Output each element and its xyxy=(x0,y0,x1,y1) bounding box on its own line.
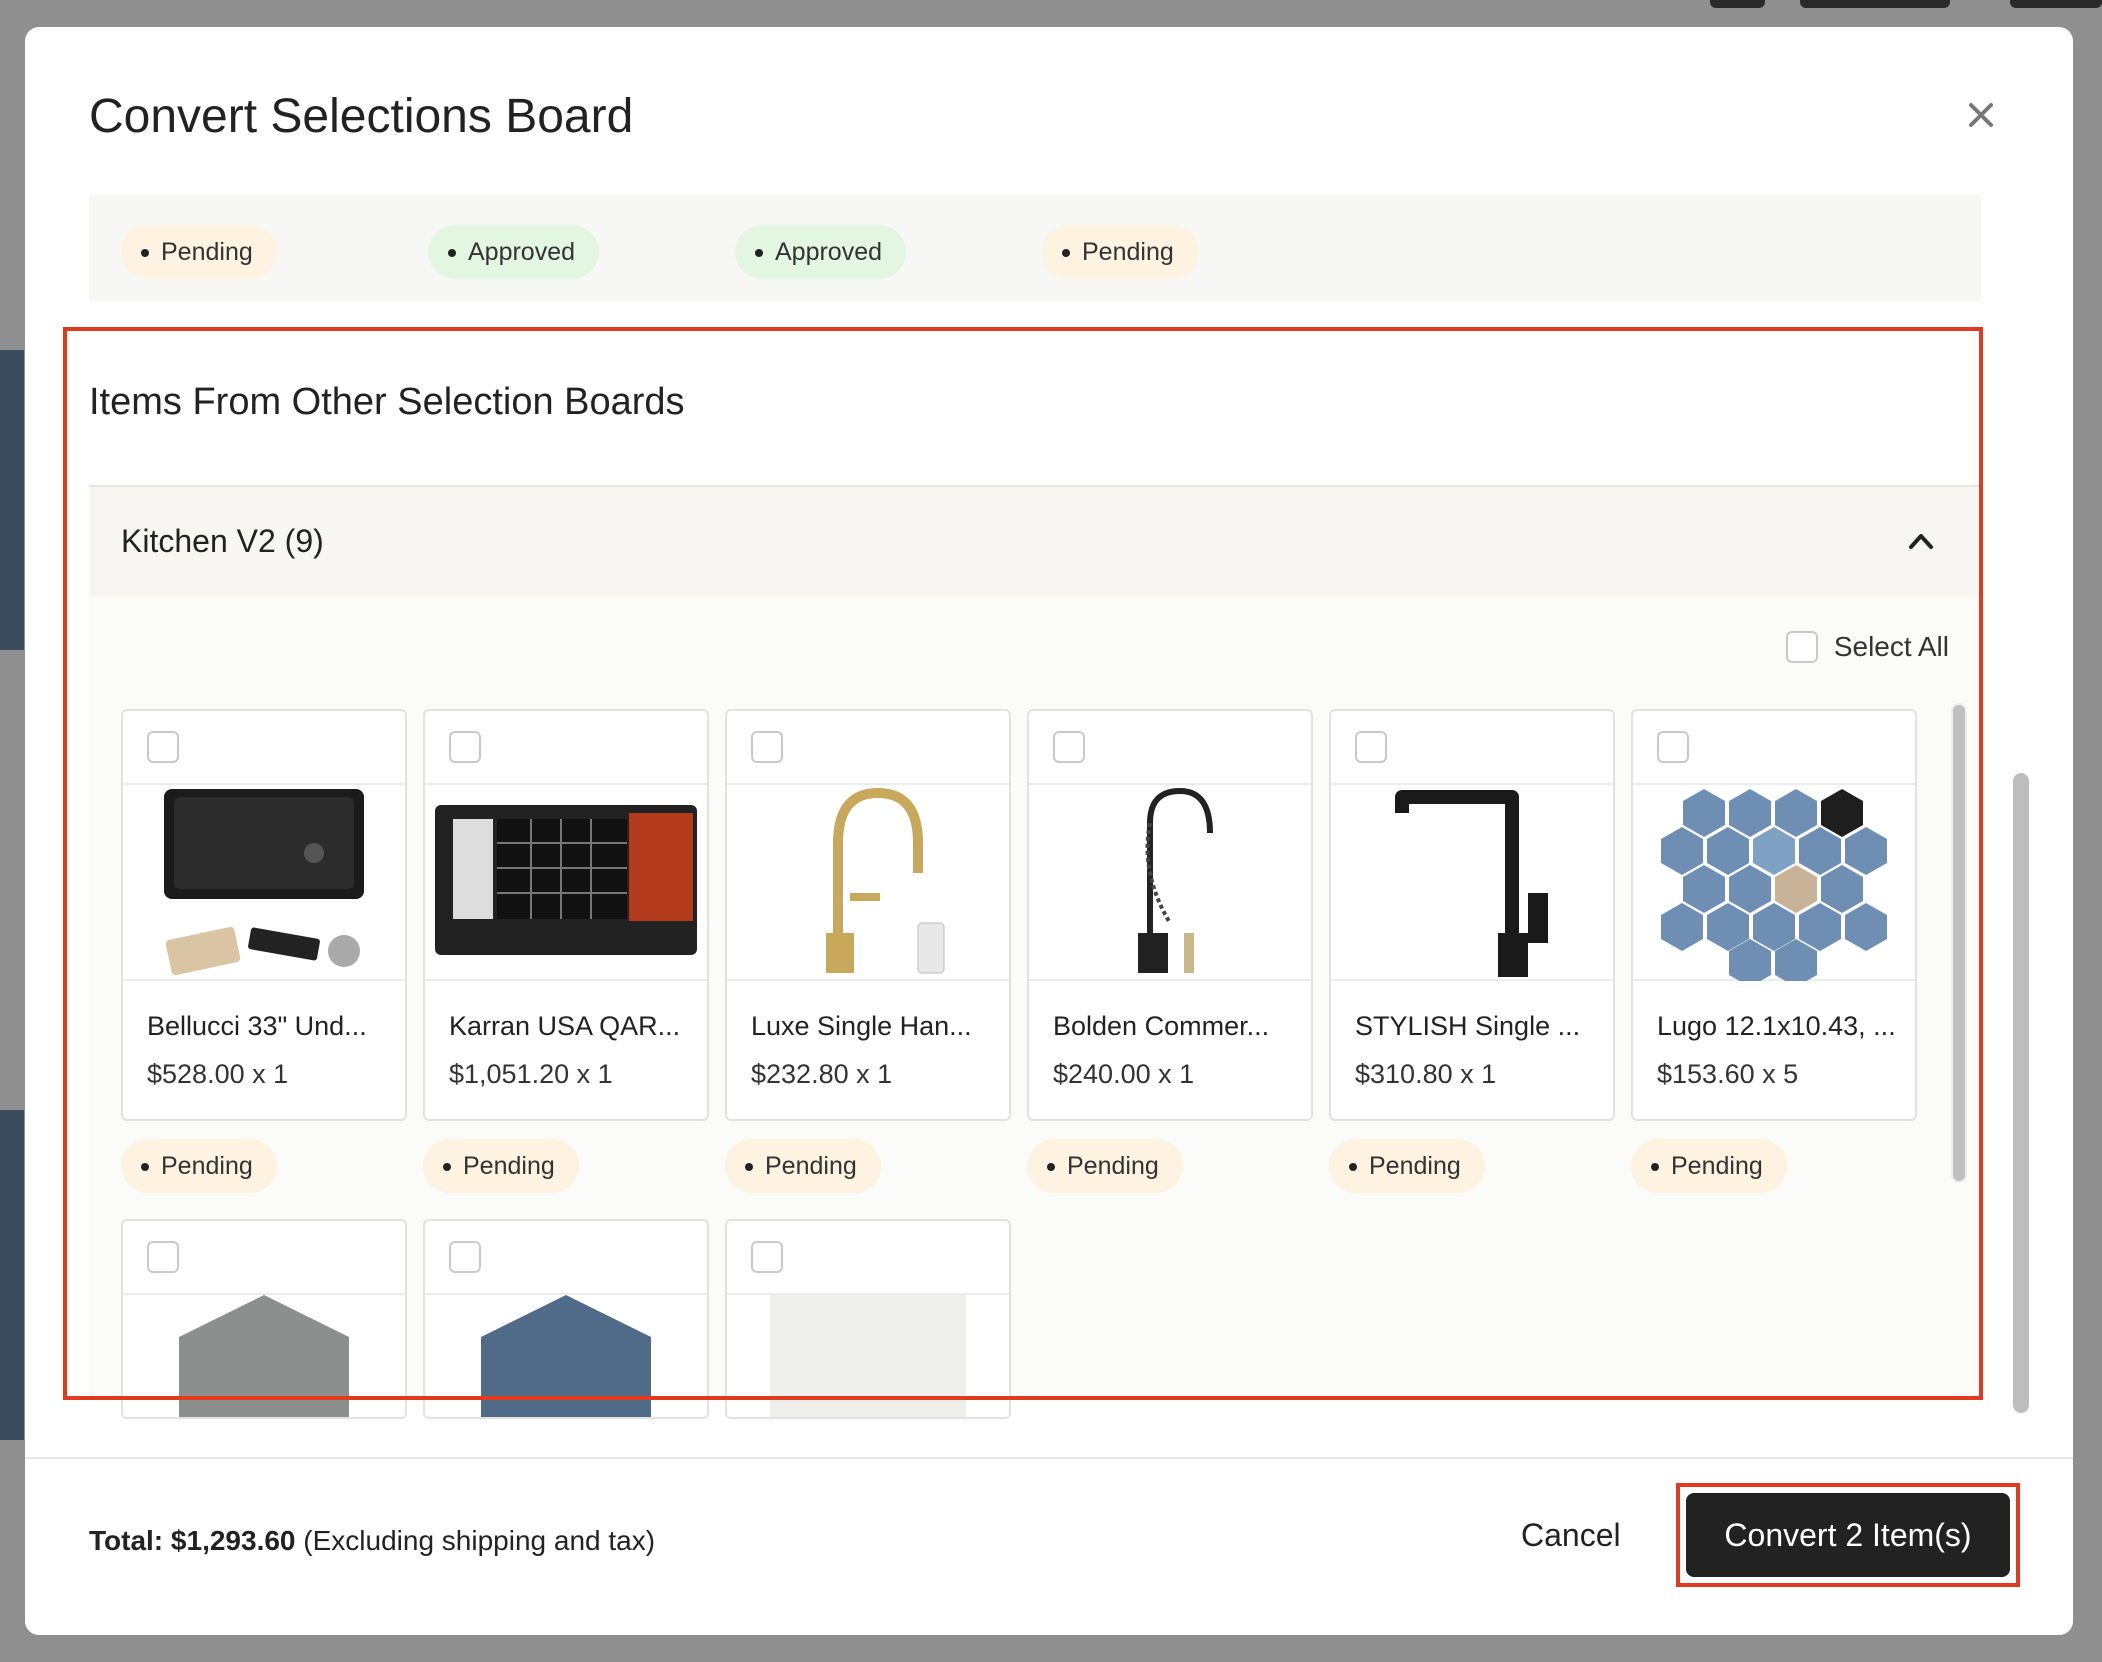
item-price: $528.00 x 1 xyxy=(147,1059,289,1089)
item-name: Bellucci 33" Und... xyxy=(147,1011,367,1041)
black-faucet-image xyxy=(1331,783,1613,981)
status-badge: Pending xyxy=(725,1139,881,1193)
close-icon-glyph xyxy=(1969,103,1993,127)
product-card[interactable] xyxy=(423,1219,709,1419)
product-card[interactable]: Lugo 12.1x10.43, ... $153.60 x 5 xyxy=(1631,709,1917,1121)
item-price: $310.80 x 1 xyxy=(1355,1059,1497,1089)
product-card[interactable]: STYLISH Single ... $310.80 x 1 xyxy=(1329,709,1615,1121)
workstation-sink-image xyxy=(425,783,707,981)
blue-hex-tile-single-image xyxy=(425,1293,707,1417)
status-badge: Pending xyxy=(1631,1139,1787,1193)
cards-scrollbar[interactable] xyxy=(1951,703,1967,1183)
status-badge: Approved xyxy=(735,225,907,279)
board-group-title: Kitchen V2 (9) xyxy=(121,523,324,559)
background-button xyxy=(1710,0,1765,8)
chevron-up-icon[interactable] xyxy=(1903,523,1939,559)
item-price: $1,051.20 x 1 xyxy=(449,1059,613,1089)
status-badge: Pending xyxy=(121,1139,277,1193)
convert-selections-modal: Convert Selections Board Pending Approve… xyxy=(25,27,2073,1635)
board-group-content: Select All Bellucci 33" Und... $528.00 x… xyxy=(89,597,1981,1419)
item-name: Bolden Commer... xyxy=(1053,1011,1270,1041)
modal-footer: Total: $1,293.60 (Excluding shipping and… xyxy=(25,1457,2073,1635)
cards-scrollbar-thumb[interactable] xyxy=(1953,705,1965,1181)
section-heading: Items From Other Selection Boards xyxy=(89,381,685,423)
item-name: Karran USA QAR... xyxy=(449,1011,681,1041)
white-tile-image xyxy=(727,1293,1009,1417)
commercial-faucet-image xyxy=(1029,783,1311,981)
gray-hex-tile-image xyxy=(123,1293,405,1417)
background-button xyxy=(2010,0,2102,8)
status-badge: Pending xyxy=(121,225,277,279)
total-note: (Excluding shipping and tax) xyxy=(303,1525,656,1556)
item-checkbox[interactable] xyxy=(449,731,481,763)
close-icon[interactable] xyxy=(1959,93,2003,137)
total-value: $1,293.60 xyxy=(170,1525,296,1556)
item-checkbox[interactable] xyxy=(147,731,179,763)
item-checkbox[interactable] xyxy=(1355,731,1387,763)
product-card[interactable]: Luxe Single Han... $232.80 x 1 xyxy=(725,709,1011,1121)
item-checkbox[interactable] xyxy=(751,731,783,763)
status-badge: Pending xyxy=(1042,225,1198,279)
item-price: $240.00 x 1 xyxy=(1053,1059,1195,1089)
product-card[interactable] xyxy=(121,1219,407,1419)
status-badge: Approved xyxy=(428,225,600,279)
item-checkbox[interactable] xyxy=(751,1241,783,1273)
status-badge: Pending xyxy=(1329,1139,1485,1193)
modal-scrollbar[interactable] xyxy=(2013,773,2029,1413)
background-tile-image xyxy=(0,1110,24,1440)
item-checkbox[interactable] xyxy=(1053,731,1085,763)
black-undermount-sink-image xyxy=(123,783,405,981)
background-tile-image xyxy=(0,350,24,650)
item-price: $232.80 x 1 xyxy=(751,1059,893,1089)
product-card[interactable]: Bolden Commer... $240.00 x 1 xyxy=(1027,709,1313,1121)
background-button xyxy=(1800,0,1950,8)
status-badge: Pending xyxy=(423,1139,579,1193)
total-label: Total: xyxy=(89,1525,164,1556)
total-summary: Total: $1,293.60 (Excluding shipping and… xyxy=(89,1525,655,1557)
item-name: STYLISH Single ... xyxy=(1355,1011,1581,1041)
product-card[interactable]: Karran USA QAR... $1,051.20 x 1 xyxy=(423,709,709,1121)
board-group-header[interactable]: Kitchen V2 (9) xyxy=(89,485,1981,597)
select-all-toggle[interactable]: Select All xyxy=(1785,627,1949,667)
status-badge: Pending xyxy=(1027,1139,1183,1193)
cancel-button[interactable]: Cancel xyxy=(1521,1517,1621,1554)
item-checkbox[interactable] xyxy=(449,1241,481,1273)
modal-title: Convert Selections Board xyxy=(89,90,634,143)
product-card[interactable]: Bellucci 33" Und... $528.00 x 1 xyxy=(121,709,407,1121)
item-checkbox[interactable] xyxy=(1657,731,1689,763)
gold-faucet-image xyxy=(727,783,1009,981)
convert-items-button[interactable]: Convert 2 Item(s) xyxy=(1686,1493,2010,1577)
blue-hex-tile-image xyxy=(1633,783,1915,981)
item-name: Lugo 12.1x10.43, ... xyxy=(1657,1011,1896,1041)
item-price: $153.60 x 5 xyxy=(1657,1059,1799,1089)
item-name: Luxe Single Han... xyxy=(751,1011,972,1041)
select-all-label: Select All xyxy=(1833,631,1949,662)
select-all-checkbox[interactable] xyxy=(1785,631,1818,663)
previous-items-status-row: Pending Approved Approved Pending xyxy=(89,195,1981,301)
item-checkbox[interactable] xyxy=(147,1241,179,1273)
modal-scroll-body: Pending Approved Approved Pending Items … xyxy=(89,195,2031,1435)
product-card[interactable] xyxy=(725,1219,1011,1419)
